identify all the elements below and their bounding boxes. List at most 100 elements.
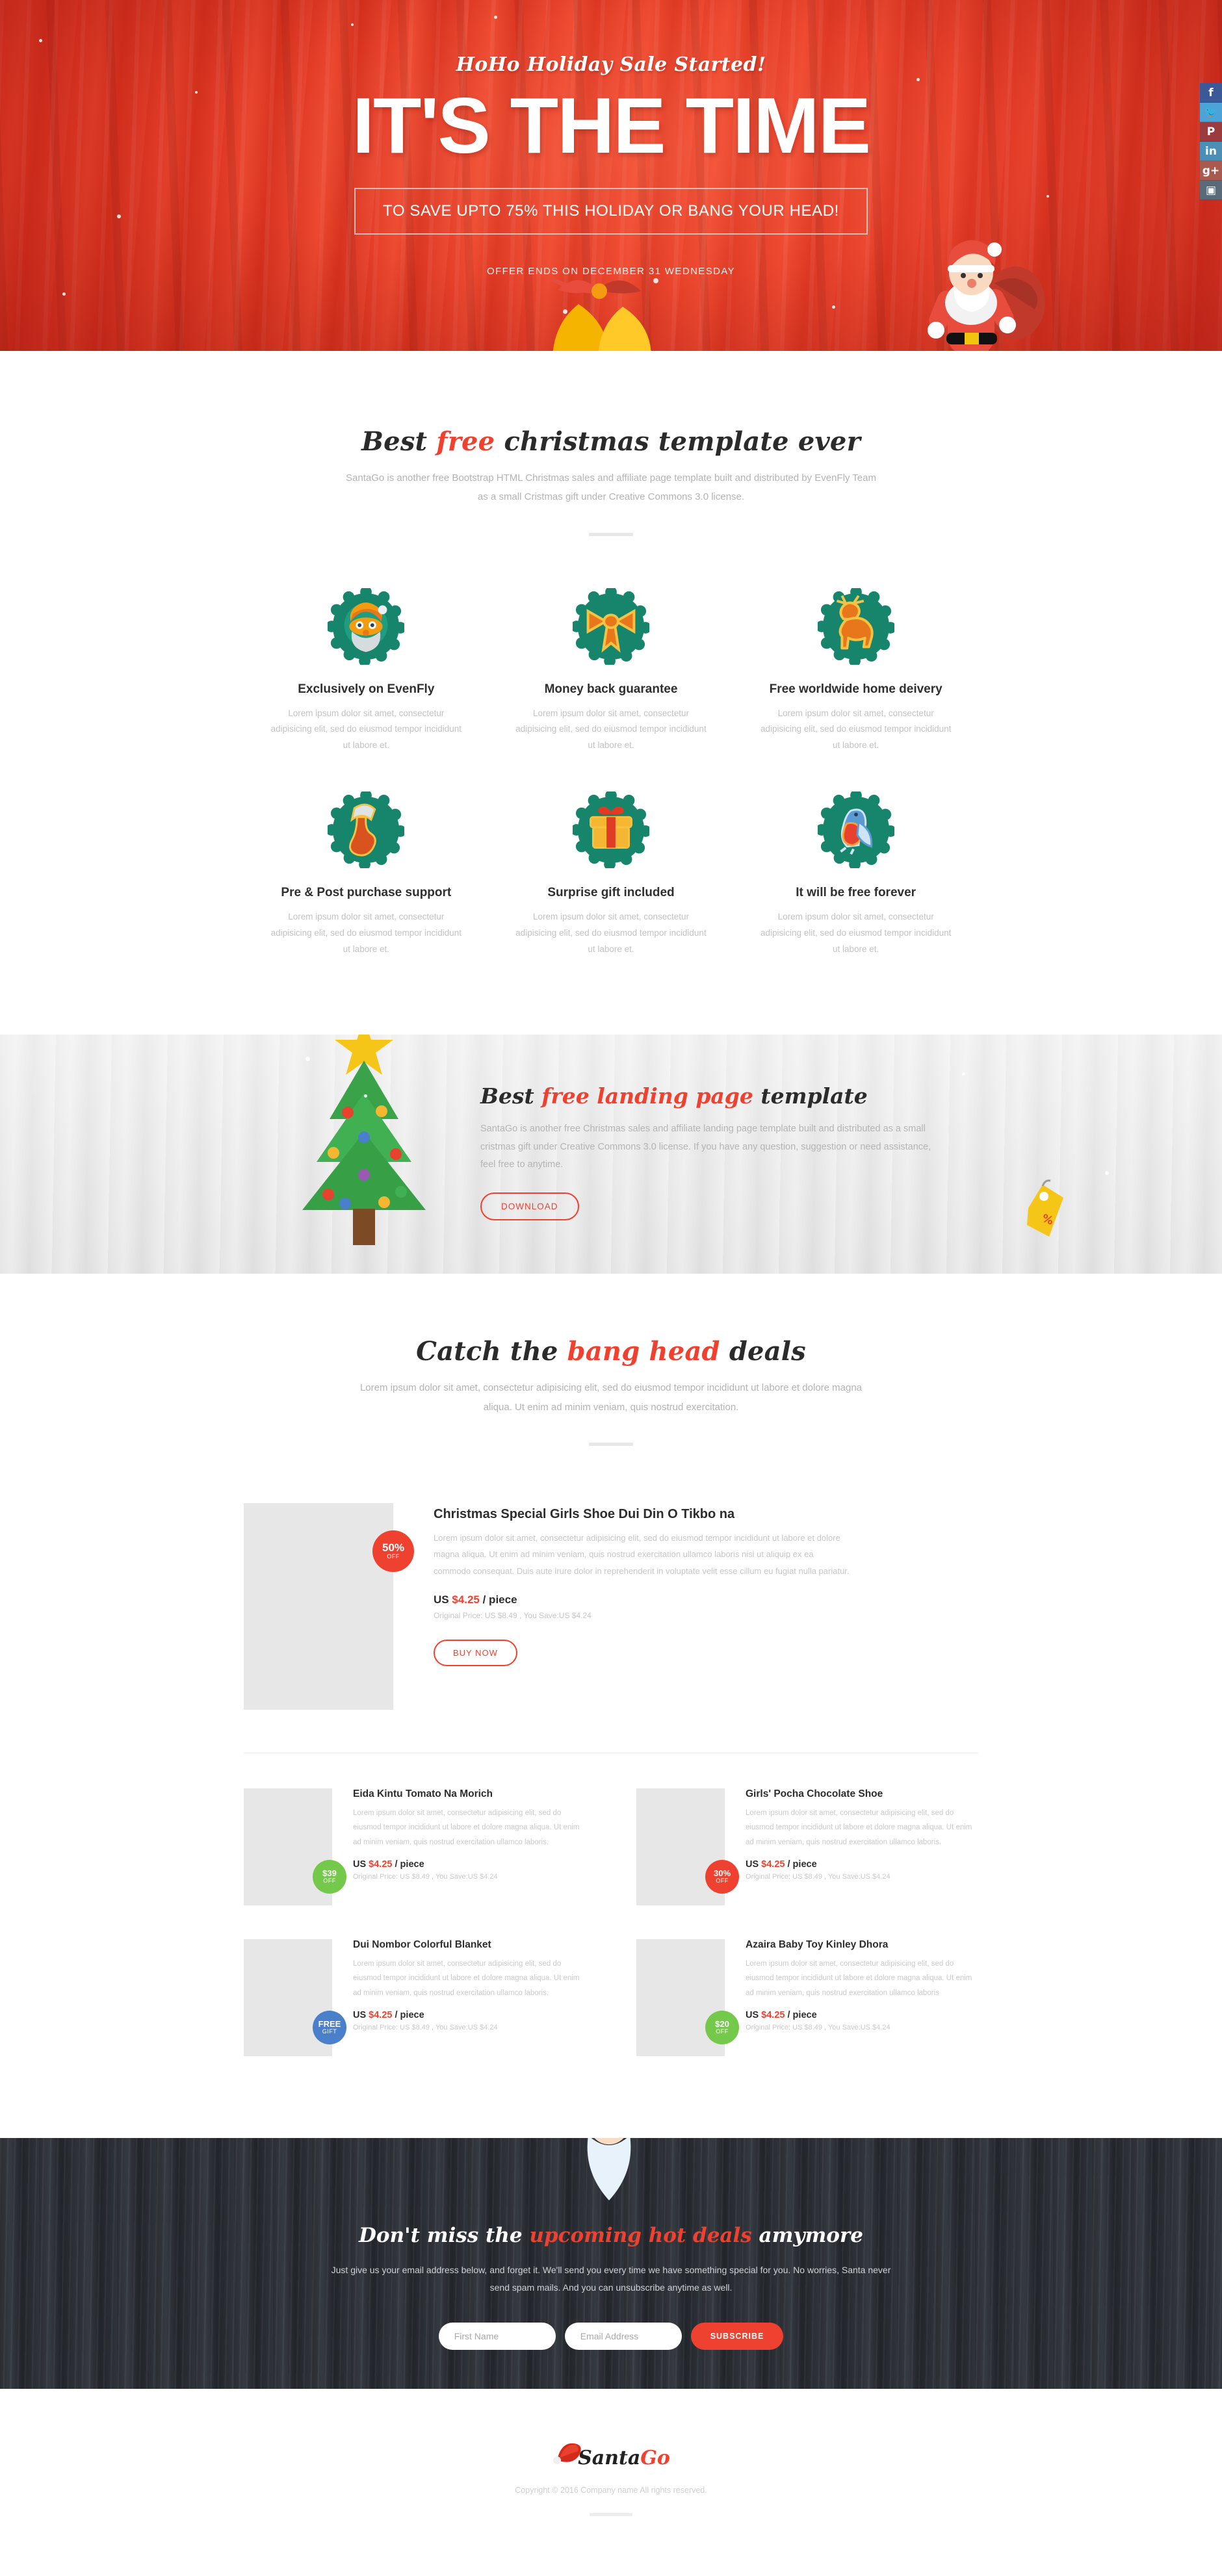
landing-page: f 🐦 P in g+ ▣ HoHo Holiday Sale Started!… xyxy=(0,0,1222,2576)
feature-desc: Lorem ipsum dolor sit amet, consectetur … xyxy=(270,912,462,955)
deal-card[interactable]: $39 OFF Eida Kintu Tomato Na Morich Lore… xyxy=(244,1788,586,1905)
email-input[interactable] xyxy=(564,2323,682,2351)
first-name-input[interactable] xyxy=(438,2323,556,2351)
pinterest-glyph: P xyxy=(1206,125,1216,138)
band-heading: Best free landing page template xyxy=(480,1083,935,1109)
googleplus-icon[interactable]: g+ xyxy=(1200,161,1222,181)
santa-illustration xyxy=(928,240,1045,351)
linkedin-glyph: in xyxy=(1205,144,1217,158)
feature-item: Free worldwide home deivery Lorem ipsum … xyxy=(733,586,978,754)
discount-value: $39 xyxy=(322,1868,337,1879)
download-button[interactable]: DOWNLOAD xyxy=(480,1192,579,1220)
logo-main: Santa xyxy=(578,2446,641,2469)
deal-card-body: Dui Nombor Colorful Blanket Lorem ipsum … xyxy=(332,1939,586,2056)
deal-card-title: Dui Nombor Colorful Blanket xyxy=(353,1938,491,1950)
price-prefix: US xyxy=(353,1859,369,1870)
features-heading: Best free christmas template ever xyxy=(244,426,978,457)
price-amount: $4.25 xyxy=(452,1593,480,1606)
deals-heading-highlight: bang head xyxy=(567,1336,720,1367)
price-amount: $4.25 xyxy=(761,1859,785,1870)
features-section: Best free christmas template ever SantaG… xyxy=(0,351,1222,984)
deal-card-original-price: Original Price: US $8.49 , You Save:US $… xyxy=(353,2024,498,2032)
feature-item: It will be free forever Lorem ipsum dolo… xyxy=(733,790,978,958)
deal-card[interactable]: FREE GIFT Dui Nombor Colorful Blanket Lo… xyxy=(244,1938,586,2056)
deal-card-body: Azaira Baby Toy Kinley Dhora Lorem ipsum… xyxy=(725,1939,978,2056)
deal-card-desc: Lorem ipsum dolor sit amet, consectetur … xyxy=(746,1809,972,1846)
christmas-tree-illustration xyxy=(244,1035,458,1274)
newsletter-heading: Don't miss the upcoming hot deals amymor… xyxy=(0,2224,1222,2247)
feature-item: Surprise gift included Lorem ipsum dolor… xyxy=(489,790,734,958)
newsletter-heading-pre: Don't miss the xyxy=(359,2223,530,2247)
feature-title: Pre & Post purchase support xyxy=(281,886,452,900)
deal-card-title: Eida Kintu Tomato Na Morich xyxy=(353,1788,493,1799)
feature-title: Surprise gift included xyxy=(547,886,675,900)
featured-deal-body: Christmas Special Girls Shoe Dui Din O T… xyxy=(393,1503,850,1710)
deal-card[interactable]: $20 OFF Azaira Baby Toy Kinley Dhora Lor… xyxy=(636,1938,978,2056)
stocking-icon xyxy=(326,790,407,871)
gift-box-icon xyxy=(571,790,651,871)
discount-value: $20 xyxy=(715,2019,729,2029)
deal-card-original-price: Original Price: US $8.49 , You Save:US $… xyxy=(746,2024,890,2032)
discount-label: OFF xyxy=(716,1877,729,1884)
snow-dot xyxy=(351,23,354,26)
feature-item: Money back guarantee Lorem ipsum dolor s… xyxy=(489,586,734,754)
santa-face-icon xyxy=(326,586,407,667)
newsletter-heading-highlight: upcoming hot deals xyxy=(529,2223,752,2247)
feature-title: Money back guarantee xyxy=(544,682,678,696)
pinterest-icon[interactable]: P xyxy=(1200,122,1222,142)
feature-desc: Lorem ipsum dolor sit amet, consectetur … xyxy=(515,708,707,751)
subscribe-button[interactable]: SUBSCRIBE xyxy=(690,2323,784,2351)
deal-card-image: 30% OFF xyxy=(636,1788,739,1905)
price-suffix: / piece xyxy=(392,2010,424,2021)
feature-desc: Lorem ipsum dolor sit amet, consectetur … xyxy=(515,912,707,955)
discount-label: GIFT xyxy=(322,2028,337,2035)
snow-dot xyxy=(195,91,198,94)
features-heading-highlight: free xyxy=(436,426,495,457)
discount-label: OFF xyxy=(716,2028,729,2035)
newsletter-form: SUBSCRIBE xyxy=(0,2323,1222,2351)
feature-item: Exclusively on EvenFly Lorem ipsum dolor… xyxy=(244,586,489,754)
footer-logo-text: SantaGo xyxy=(578,2447,670,2469)
deals-section: Catch the bang head deals Lorem ipsum do… xyxy=(0,1274,1222,2082)
price-amount: $4.25 xyxy=(761,2010,785,2021)
price-suffix: / piece xyxy=(392,1859,424,1870)
discount-badge: $39 OFF xyxy=(313,1859,346,1894)
band-heading-pre: Best xyxy=(480,1083,542,1109)
deal-card-image: $20 OFF xyxy=(636,1938,739,2056)
instagram-icon[interactable]: ▣ xyxy=(1200,181,1222,200)
discount-value: 30% xyxy=(713,1868,731,1879)
deal-card[interactable]: 30% OFF Girls' Pocha Chocolate Shoe Lore… xyxy=(636,1788,978,1905)
instagram-glyph: ▣ xyxy=(1205,183,1217,197)
deal-card-desc: Lorem ipsum dolor sit amet, consectetur … xyxy=(353,1809,580,1846)
deal-card-original-price: Original Price: US $8.49 , You Save:US $… xyxy=(746,1873,890,1881)
deal-card-price: US $4.25 / piece xyxy=(353,1859,586,1870)
snow-dot xyxy=(1105,1171,1109,1176)
price-prefix: US xyxy=(746,1859,762,1870)
snow-dot xyxy=(494,16,497,19)
snow-dot xyxy=(39,39,42,42)
discount-label: OFF xyxy=(323,1877,336,1884)
discount-label: OFF xyxy=(387,1553,400,1560)
snow-dot xyxy=(832,305,835,309)
twitter-icon[interactable]: 🐦 xyxy=(1200,103,1222,122)
footer-logo[interactable]: SantaGo xyxy=(552,2438,670,2469)
footer: SantaGo Copyright © 2016 Company name Al… xyxy=(0,2388,1222,2576)
feature-desc: Lorem ipsum dolor sit amet, consectetur … xyxy=(760,912,952,955)
features-grid: Exclusively on EvenFly Lorem ipsum dolor… xyxy=(244,586,978,959)
snow-dot xyxy=(916,78,920,81)
deal-card-desc: Lorem ipsum dolor sit amet, consectetur … xyxy=(353,1959,580,1997)
deal-card-image: $39 OFF xyxy=(244,1788,346,1905)
copyright-text: Copyright © 2016 Company name All rights… xyxy=(515,2485,707,2495)
deal-card-desc: Lorem ipsum dolor sit amet, consectetur … xyxy=(746,1959,972,1997)
buy-now-button[interactable]: BUY NOW xyxy=(434,1639,517,1666)
section-divider xyxy=(589,532,633,536)
linkedin-icon[interactable]: in xyxy=(1200,142,1222,161)
deals-grid: $39 OFF Eida Kintu Tomato Na Morich Lore… xyxy=(244,1788,978,2056)
featured-deal[interactable]: 50% OFF Christmas Special Girls Shoe Dui… xyxy=(244,1502,978,1710)
social-links-rail[interactable]: f 🐦 P in g+ ▣ xyxy=(1200,83,1222,200)
price-prefix: US xyxy=(434,1593,452,1606)
band-paragraph: SantaGo is another free Christmas sales … xyxy=(480,1123,931,1170)
discount-badge: $20 OFF xyxy=(705,2010,739,2044)
facebook-icon[interactable]: f xyxy=(1200,83,1222,103)
price-suffix: / piece xyxy=(479,1593,517,1606)
